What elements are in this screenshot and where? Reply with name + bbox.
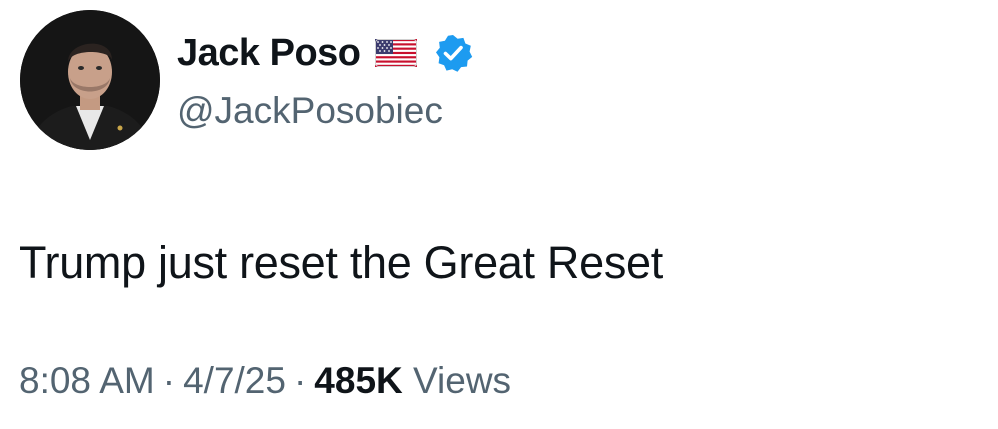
meta-separator: ·: [162, 360, 176, 401]
author-handle[interactable]: @JackPosobiec: [177, 88, 443, 134]
views-count[interactable]: 485K: [314, 360, 402, 401]
tweet-date[interactable]: 4/7/25: [183, 360, 286, 401]
tweet-meta: 8:08 AM · 4/7/25 · 485K Views: [19, 358, 511, 404]
tweet-text: Trump just reset the Great Reset: [19, 237, 663, 288]
display-name[interactable]: Jack Poso: [177, 30, 361, 76]
tweet-card: Jack Poso @JackPosobiec Trump just reset…: [0, 0, 998, 429]
us-flag-icon: [374, 39, 417, 67]
author-name-row: Jack Poso: [177, 30, 473, 76]
tweet-time[interactable]: 8:08 AM: [19, 360, 155, 401]
meta-separator: ·: [293, 360, 307, 401]
views-label: Views: [413, 360, 512, 401]
avatar-photo: [20, 10, 160, 150]
verified-badge-icon[interactable]: [433, 33, 473, 73]
avatar[interactable]: [20, 10, 160, 150]
